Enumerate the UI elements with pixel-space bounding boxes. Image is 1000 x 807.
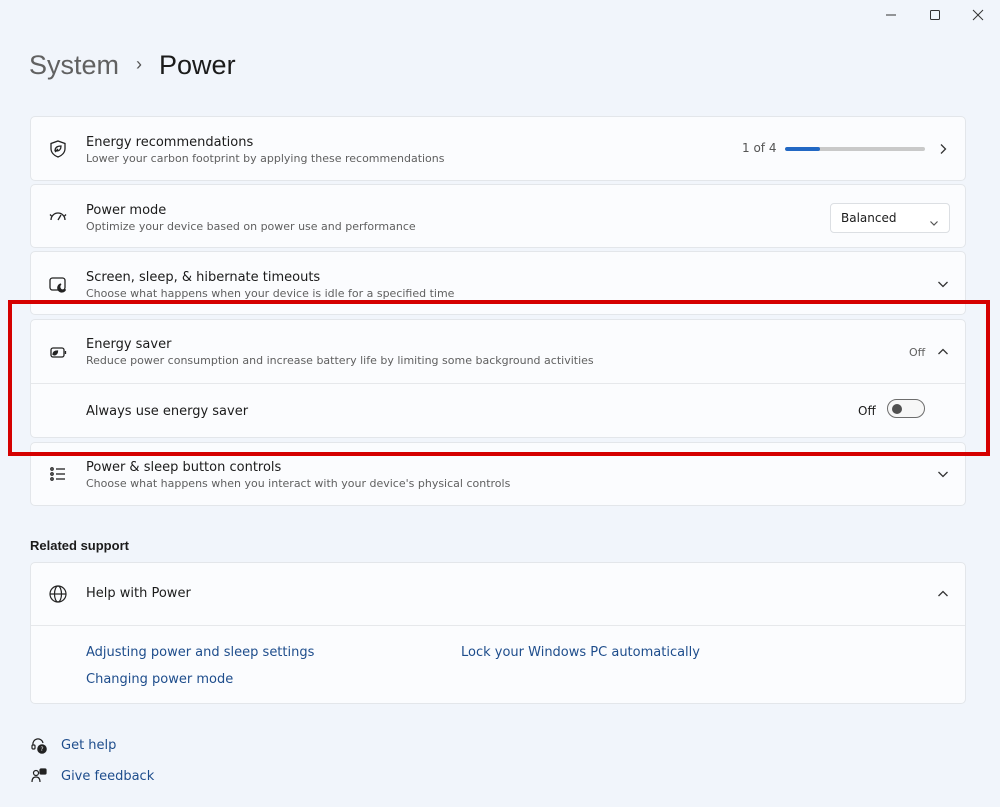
breadcrumb: System › Power — [29, 50, 236, 81]
highlight-box — [8, 300, 990, 456]
screen-moon-icon — [47, 273, 69, 295]
gauge-icon — [47, 206, 69, 228]
energy-recommendations-title: Energy recommendations — [86, 135, 254, 150]
recommendations-progress-fill — [785, 147, 820, 151]
svg-text:?: ? — [40, 746, 43, 753]
chevron-up-icon[interactable] — [935, 586, 951, 602]
close-icon[interactable] — [967, 6, 989, 24]
get-help-link[interactable]: Get help — [61, 738, 116, 753]
leaf-shield-icon — [47, 138, 69, 160]
link-changing-power-mode[interactable]: Changing power mode — [86, 672, 233, 687]
screen-sleep-description: Choose what happens when your device is … — [86, 287, 455, 300]
help-divider — [31, 625, 965, 626]
chevron-down-icon[interactable] — [935, 276, 951, 292]
chevron-right-icon[interactable] — [935, 141, 951, 157]
list-icon — [47, 463, 69, 485]
breadcrumb-separator: › — [136, 54, 143, 74]
globe-icon — [47, 583, 69, 605]
related-support-heading: Related support — [30, 538, 129, 553]
power-mode-selected: Balanced — [841, 211, 897, 225]
power-mode-card: Power mode Optimize your device based on… — [30, 184, 966, 248]
maximize-icon[interactable] — [924, 6, 946, 24]
screen-sleep-title: Screen, sleep, & hibernate timeouts — [86, 270, 321, 285]
link-adjusting-power-sleep[interactable]: Adjusting power and sleep settings — [86, 645, 314, 660]
minimize-icon[interactable] — [880, 6, 902, 24]
recommendations-progress-bar — [785, 147, 925, 151]
energy-recommendations-description: Lower your carbon footprint by applying … — [86, 152, 445, 165]
breadcrumb-system[interactable]: System — [29, 50, 119, 81]
page-title: Power — [159, 50, 236, 80]
chevron-down-icon — [929, 213, 939, 232]
help-with-power-title: Help with Power — [86, 586, 191, 601]
recommendations-progress-text: 1 of 4 — [742, 141, 777, 155]
get-help-icon: ? — [30, 737, 48, 755]
energy-recommendations-card[interactable]: Energy recommendations Lower your carbon… — [30, 116, 966, 181]
give-feedback-link[interactable]: Give feedback — [61, 769, 154, 784]
power-buttons-description: Choose what happens when you interact wi… — [86, 477, 511, 490]
link-lock-windows-pc[interactable]: Lock your Windows PC automatically — [461, 645, 700, 660]
power-buttons-title: Power & sleep button controls — [86, 460, 282, 475]
power-mode-description: Optimize your device based on power use … — [86, 220, 416, 233]
help-with-power-card: Help with Power Adjusting power and slee… — [30, 562, 966, 704]
power-mode-dropdown[interactable]: Balanced — [830, 203, 950, 233]
feedback-icon — [30, 767, 48, 785]
power-mode-title: Power mode — [86, 203, 167, 218]
chevron-down-icon[interactable] — [935, 466, 951, 482]
